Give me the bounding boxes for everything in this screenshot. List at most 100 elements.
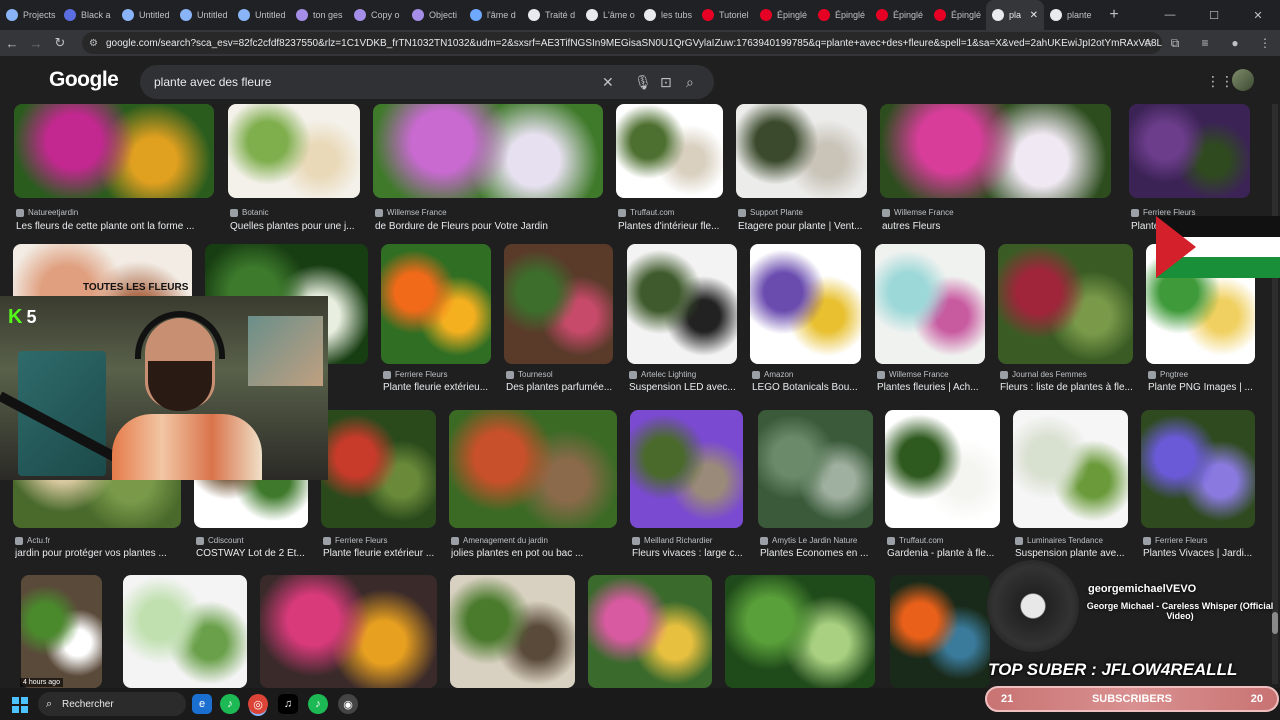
- result-thumbnail[interactable]: [630, 410, 743, 528]
- menu-icon[interactable]: ⋮: [1250, 36, 1280, 50]
- result-title[interactable]: jolies plantes en pot ou bac ...: [451, 548, 631, 559]
- tab-1[interactable]: Black a: [58, 0, 116, 30]
- maximize-icon[interactable]: ☐: [1192, 9, 1236, 22]
- tab-0[interactable]: Projects: [0, 0, 58, 30]
- obs-icon[interactable]: ◉: [338, 694, 358, 714]
- result-thumbnail[interactable]: [750, 244, 861, 364]
- result-source[interactable]: Willemse France: [882, 208, 1123, 217]
- site-info-icon[interactable]: ⚙: [89, 38, 98, 49]
- result-title[interactable]: Des plantes parfumée...: [506, 382, 627, 393]
- result-source[interactable]: Cdiscount: [196, 536, 320, 545]
- result-thumbnail[interactable]: [627, 244, 737, 364]
- result-thumbnail[interactable]: [890, 575, 990, 688]
- result-thumbnail[interactable]: [14, 104, 214, 198]
- result-thumbnail[interactable]: [123, 575, 247, 688]
- result-thumbnail[interactable]: [1013, 410, 1128, 528]
- result-title[interactable]: LEGO Botanicals Bou...: [752, 382, 875, 393]
- new-tab-button[interactable]: +: [1102, 6, 1126, 24]
- result-source[interactable]: Willemse France: [375, 208, 615, 217]
- spotify-2-icon[interactable]: ♪: [308, 694, 328, 714]
- result-thumbnail[interactable]: [1129, 104, 1250, 198]
- close-window-icon[interactable]: ✕: [1236, 9, 1280, 22]
- profile-icon[interactable]: ●: [1220, 36, 1250, 50]
- lens-icon[interactable]: ⊡: [660, 74, 672, 91]
- result-title[interactable]: Etagere pour plante | Vent...: [738, 221, 881, 232]
- result-thumbnail[interactable]: [725, 575, 875, 688]
- result-source[interactable]: Journal des Femmes: [1000, 370, 1145, 379]
- tab-15[interactable]: Épinglé: [870, 0, 928, 30]
- result-source[interactable]: Actu.fr: [15, 536, 193, 545]
- tab-close-icon[interactable]: ✕: [1030, 10, 1038, 21]
- chrome-icon[interactable]: ◎: [248, 694, 268, 714]
- tab-3[interactable]: Untitled: [174, 0, 232, 30]
- result-source[interactable]: Amytis Le Jardin Nature: [760, 536, 885, 545]
- tab-2[interactable]: Untitled: [116, 0, 174, 30]
- tab-8[interactable]: l'âme d: [464, 0, 522, 30]
- result-thumbnail[interactable]: [228, 104, 360, 198]
- result-source[interactable]: Ferriere Fleurs: [1143, 536, 1267, 545]
- search-icon[interactable]: ⌕: [686, 74, 694, 91]
- result-source[interactable]: Truffaut.com: [887, 536, 1012, 545]
- result-title[interactable]: Plante PNG Images | ...: [1148, 382, 1269, 393]
- result-title[interactable]: Fleurs : liste de plantes à fle...: [1000, 382, 1147, 393]
- result-source[interactable]: Amazon: [752, 370, 873, 379]
- tab-17[interactable]: pla ✕: [986, 0, 1044, 30]
- result-source[interactable]: Tournesol: [506, 370, 625, 379]
- result-source[interactable]: Willemse France: [877, 370, 997, 379]
- result-thumbnail[interactable]: [373, 104, 603, 198]
- tab-9[interactable]: Traité d: [522, 0, 580, 30]
- result-thumbnail[interactable]: [1141, 410, 1255, 528]
- result-title[interactable]: Suspension plante ave...: [1015, 548, 1142, 559]
- result-title[interactable]: Fleurs vivaces : large c...: [632, 548, 757, 559]
- result-thumbnail[interactable]: [885, 410, 1000, 528]
- result-title[interactable]: COSTWAY Lot de 2 Ét...: [196, 548, 322, 559]
- result-source[interactable]: Truffaut.com: [618, 208, 735, 217]
- result-title[interactable]: de Bordure de Fleurs pour Votre Jardin: [375, 221, 617, 232]
- google-logo[interactable]: Google: [49, 68, 119, 92]
- account-avatar[interactable]: [1232, 69, 1254, 91]
- result-source[interactable]: Artelec Lighting: [629, 370, 749, 379]
- result-thumbnail[interactable]: [588, 575, 712, 688]
- tab-16[interactable]: Épinglé: [928, 0, 986, 30]
- result-thumbnail[interactable]: [880, 104, 1111, 198]
- result-thumbnail[interactable]: [450, 575, 575, 688]
- result-thumbnail[interactable]: [321, 410, 436, 528]
- voice-search-icon[interactable]: 🎙: [634, 74, 652, 91]
- tab-5[interactable]: ton ges: [290, 0, 348, 30]
- tab-11[interactable]: les tubs: [638, 0, 696, 30]
- result-thumbnail[interactable]: [998, 244, 1133, 364]
- result-source[interactable]: Botanic: [230, 208, 372, 217]
- windows-start-icon[interactable]: [12, 697, 28, 713]
- result-title[interactable]: Les fleurs de cette plante ont la forme …: [16, 221, 228, 232]
- taskbar-search[interactable]: ⌕ Rechercher: [38, 692, 186, 716]
- spotify-icon[interactable]: ♪: [220, 694, 240, 714]
- address-bar[interactable]: ⚙ google.com/search?sca_esv=82fc2cfdf823…: [82, 32, 1162, 54]
- tab-6[interactable]: Copy o: [348, 0, 406, 30]
- result-thumbnail[interactable]: [504, 244, 613, 364]
- result-title[interactable]: Suspension LED avec...: [629, 382, 751, 393]
- result-source[interactable]: Luminaires Tendance: [1015, 536, 1140, 545]
- tab-10[interactable]: L'âme o: [580, 0, 638, 30]
- minimize-icon[interactable]: —: [1148, 9, 1192, 21]
- result-source[interactable]: Natureetjardin: [16, 208, 226, 217]
- result-thumbnail[interactable]: [736, 104, 867, 198]
- tab-7[interactable]: Objecti: [406, 0, 464, 30]
- result-thumbnail[interactable]: [381, 244, 491, 364]
- result-source[interactable]: Amenagement du jardin: [451, 536, 629, 545]
- search-box[interactable]: plante avec des fleure ✕ 🎙 ⊡ ⌕: [140, 65, 714, 99]
- tab-14[interactable]: Épinglé: [812, 0, 870, 30]
- edge-icon[interactable]: e: [192, 694, 212, 714]
- result-source[interactable]: Ferriere Fleurs: [323, 536, 448, 545]
- result-title[interactable]: Gardenia - plante à fle...: [887, 548, 1014, 559]
- back-icon[interactable]: ←: [0, 36, 24, 51]
- result-title[interactable]: Quelles plantes pour une j...: [230, 221, 374, 232]
- result-source[interactable]: Support Plante: [738, 208, 879, 217]
- result-source[interactable]: Ferriere Fleurs: [383, 370, 503, 379]
- result-source[interactable]: Pngtree: [1148, 370, 1267, 379]
- extensions-icon[interactable]: ⧉: [1160, 36, 1190, 51]
- result-thumbnail[interactable]: [616, 104, 723, 198]
- forward-icon[interactable]: →: [24, 36, 48, 51]
- result-title[interactable]: jardin pour protéger vos plantes ...: [15, 548, 195, 559]
- result-thumbnail[interactable]: [758, 410, 873, 528]
- result-title[interactable]: Plante fleurie extérieur ...: [323, 548, 450, 559]
